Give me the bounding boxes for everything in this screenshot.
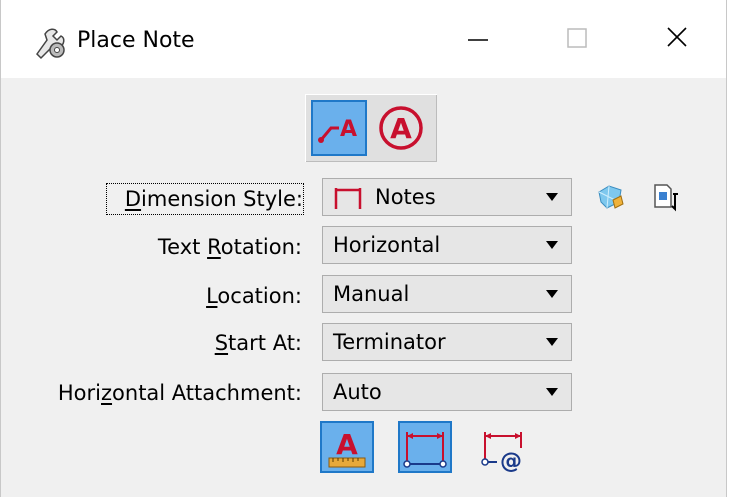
svg-text:A: A — [390, 112, 412, 145]
chevron-down-icon — [546, 338, 558, 346]
location-label: Location: — [206, 284, 302, 308]
location-value: Manual — [333, 282, 410, 306]
horizontal-attachment-label: Horizontal Attachment: — [57, 381, 302, 405]
dimension-style-icon — [334, 188, 362, 209]
chevron-down-icon — [546, 241, 558, 249]
maximize-button[interactable] — [545, 16, 605, 62]
horizontal-attachment-value: Auto — [333, 380, 382, 404]
leader-with-text-icon: A — [318, 117, 357, 143]
svg-text:A: A — [336, 428, 358, 461]
attachment-settings-button[interactable]: @ — [475, 420, 531, 474]
maximize-icon — [567, 28, 587, 48]
place-note-dialog: Place Note A A Dimension Style: Notes Te… — [0, 0, 727, 497]
dimension-style-value: Notes — [375, 185, 436, 209]
horizontal-attachment-dropdown[interactable]: Auto — [322, 373, 572, 411]
place-note-tool-icon — [33, 24, 69, 60]
dimension-style-dropdown[interactable]: Notes — [322, 178, 572, 216]
chevron-down-icon — [546, 290, 558, 298]
start-at-dropdown[interactable]: Terminator — [322, 323, 572, 361]
style-gem-icon — [598, 185, 624, 209]
leader-text-mode-button[interactable]: A — [311, 100, 367, 156]
chevron-down-icon — [546, 388, 558, 396]
start-at-value: Terminator — [333, 330, 446, 354]
text-rotation-value: Horizontal — [333, 233, 441, 257]
dimension-leader-icon — [398, 421, 452, 473]
dimension-style-label: Dimension Style: — [106, 183, 304, 215]
leader-settings-button[interactable] — [397, 420, 453, 474]
close-button[interactable] — [647, 16, 707, 62]
text-rotation-dropdown[interactable]: Horizontal — [322, 226, 572, 264]
close-icon — [667, 27, 687, 47]
text-settings-button[interactable]: A — [319, 420, 375, 474]
text-rotation-label: Text Rotation: — [157, 235, 302, 259]
minimize-button[interactable] — [447, 16, 507, 62]
svg-text:A: A — [340, 117, 357, 142]
text-a-ruler-icon: A — [320, 421, 374, 473]
circled-a-icon: A — [379, 106, 423, 150]
start-at-label: Start At: — [214, 331, 302, 355]
chevron-down-icon — [546, 193, 558, 201]
window-title: Place Note — [77, 28, 195, 53]
note-properties-icon — [654, 184, 678, 212]
title-bar[interactable]: Place Note — [1, 0, 726, 78]
dimension-at-icon: @ — [481, 432, 522, 474]
location-dropdown[interactable]: Manual — [322, 275, 572, 313]
svg-text:@: @ — [500, 449, 522, 474]
note-mode-toolbar: A A — [305, 94, 437, 162]
note-properties-button[interactable] — [651, 182, 681, 212]
circled-text-mode-button[interactable]: A — [373, 100, 429, 156]
minimize-icon — [468, 39, 488, 41]
style-gem-button[interactable] — [595, 182, 625, 212]
